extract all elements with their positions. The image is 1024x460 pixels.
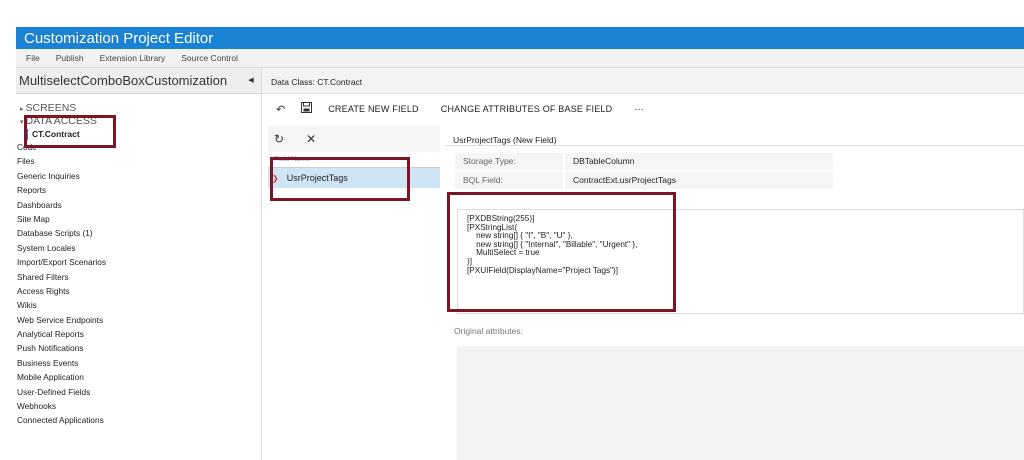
data-class-bar: Data Class: CT.Contract: [262, 68, 1024, 94]
storage-type-row: Storage Type: DBTableColumn: [455, 152, 1024, 171]
data-class-label: Data Class: CT.Contract: [271, 77, 363, 87]
menu-file[interactable]: File: [26, 53, 40, 63]
field-row[interactable]: ❯ UsrProjectTags: [268, 168, 440, 188]
tree-node-screens[interactable]: ▸ SCREENS: [16, 102, 261, 115]
sidebar-item[interactable]: Web Service Endpoints: [16, 313, 261, 327]
undo-icon[interactable]: ↶: [276, 103, 285, 116]
tree-item-ct-contract[interactable]: CT.Contract: [26, 128, 261, 140]
menu-publish[interactable]: Publish: [56, 53, 84, 63]
sidebar-item[interactable]: Files: [16, 154, 261, 168]
delete-icon[interactable]: ✕: [306, 132, 316, 146]
sidebar-item[interactable]: User-Defined Fields: [16, 385, 261, 399]
sidebar-item[interactable]: Site Map: [16, 212, 261, 226]
field-list-header[interactable]: Field Name: [268, 152, 440, 168]
expand-icon[interactable]: ▸: [20, 106, 24, 113]
storage-type-value[interactable]: DBTableColumn: [565, 153, 833, 170]
sidebar-item[interactable]: Webhooks: [16, 399, 261, 413]
bql-field-row: BQL Field: ContractExt.usrProjectTags: [455, 171, 1024, 190]
save-icon[interactable]: [301, 102, 313, 116]
menu-bar: File Publish Extension Library Source Co…: [16, 49, 1024, 68]
sidebar-item[interactable]: Wikis: [16, 298, 261, 312]
sidebar-item[interactable]: Access Rights: [16, 284, 261, 298]
selection-indicator: [26, 128, 28, 140]
change-attributes-button[interactable]: CHANGE ATTRIBUTES OF BASE FIELD: [441, 104, 613, 114]
field-list-toolbar: ↻ ✕: [268, 126, 440, 152]
sidebar-item[interactable]: Database Scripts (1): [16, 226, 261, 240]
sidebar-item[interactable]: Dashboards: [16, 198, 261, 212]
main-toolbar: ↶ CREATE NEW FIELD CHANGE ATTRIBUTES OF …: [262, 94, 1024, 124]
sidebar: MultiselectComboBoxCustomization ◀ ▸ SCRE…: [16, 68, 262, 460]
attributes-code-editor[interactable]: [PXDBString(255)] [PXStringList( new str…: [457, 209, 1024, 314]
row-pointer-icon: ❯: [272, 173, 279, 183]
sidebar-item[interactable]: Generic Inquiries: [16, 169, 261, 183]
collapse-sidebar-icon[interactable]: ◀: [245, 74, 257, 88]
sidebar-item[interactable]: System Locales: [16, 241, 261, 255]
main-panel: Data Class: CT.Contract ↶ CREATE NEW FIE…: [262, 68, 1024, 460]
bql-field-label: BQL Field:: [455, 172, 563, 189]
more-options-button[interactable]: ···: [634, 104, 644, 114]
original-attributes-box: [457, 346, 1024, 460]
app-title: Customization Project Editor: [24, 30, 214, 47]
project-tree: ▸ SCREENS ▾ DATA ACCESS CT.Contract Code Fi…: [16, 94, 261, 428]
menu-extension-library[interactable]: Extension Library: [100, 53, 166, 63]
field-row-name: UsrProjectTags: [286, 173, 348, 183]
sidebar-item[interactable]: Business Events: [16, 356, 261, 370]
collapse-icon[interactable]: ▾: [20, 119, 24, 126]
nav-list: Code Files Generic Inquiries Reports Dashboa…: [16, 140, 261, 428]
project-name: MultiselectComboBoxCustomization: [19, 73, 228, 88]
sidebar-item[interactable]: Mobile Application: [16, 370, 261, 384]
original-attributes-label: Original attributes:: [454, 326, 523, 336]
sidebar-item[interactable]: Code: [16, 140, 261, 154]
field-detail-panel: UsrProjectTags (New Field) Storage Type:…: [445, 126, 1024, 460]
bql-field-value[interactable]: ContractExt.usrProjectTags: [565, 172, 833, 189]
create-new-field-button[interactable]: CREATE NEW FIELD: [328, 104, 419, 114]
field-list: ↻ ✕ Field Name ❯ UsrProjectTags: [268, 126, 440, 460]
storage-type-label: Storage Type:: [455, 153, 563, 170]
sidebar-item[interactable]: Shared Filters: [16, 270, 261, 284]
sidebar-item[interactable]: Push Notifications: [16, 341, 261, 355]
app-title-bar: Customization Project Editor: [16, 27, 1024, 49]
refresh-icon[interactable]: ↻: [274, 132, 284, 146]
sidebar-item[interactable]: Analytical Reports: [16, 327, 261, 341]
tree-node-data-access[interactable]: ▾ DATA ACCESS: [16, 115, 261, 128]
sidebar-item[interactable]: Connected Applications: [16, 413, 261, 427]
sidebar-item[interactable]: Import/Export Scenarios: [16, 255, 261, 269]
sidebar-item[interactable]: Reports: [16, 183, 261, 197]
menu-source-control[interactable]: Source Control: [181, 53, 238, 63]
project-header: MultiselectComboBoxCustomization ◀: [16, 68, 261, 94]
field-detail-title: UsrProjectTags (New Field): [445, 126, 1024, 146]
